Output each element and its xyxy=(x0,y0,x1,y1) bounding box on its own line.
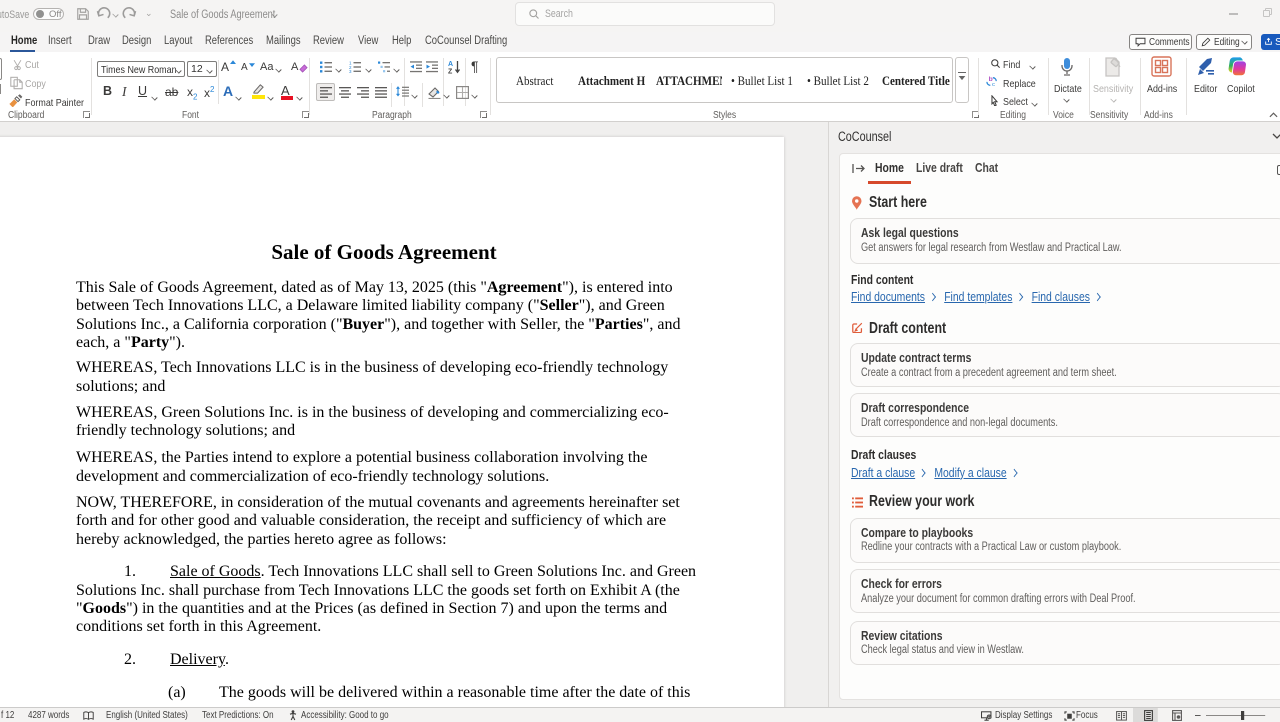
svg-text:3: 3 xyxy=(349,69,352,73)
svg-text:c: c xyxy=(992,82,995,87)
svg-text:A: A xyxy=(448,61,453,68)
svg-text:Z: Z xyxy=(448,69,453,75)
